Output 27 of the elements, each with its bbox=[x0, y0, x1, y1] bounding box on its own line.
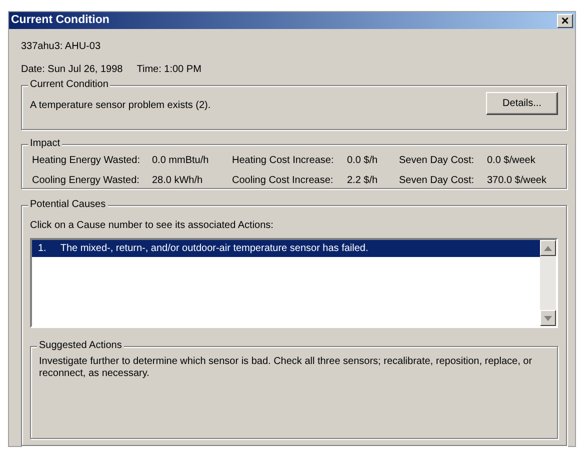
impact-value: 0.0 $/week bbox=[487, 154, 536, 168]
group-title: Impact bbox=[28, 138, 62, 150]
scroll-down-icon[interactable] bbox=[544, 316, 552, 321]
scrollbar[interactable] bbox=[540, 240, 556, 326]
impact-label: Cooling Energy Wasted: bbox=[32, 174, 140, 188]
impact-label: Cooling Cost Increase: bbox=[232, 174, 334, 188]
condition-message: A temperature sensor problem exists (2). bbox=[30, 99, 211, 114]
impact-label: Seven Day Cost: bbox=[399, 174, 476, 188]
unit-label: 337ahu3: AHU-03 bbox=[21, 40, 102, 54]
time-label: Time: 1:00 PM bbox=[136, 63, 202, 78]
cause-item[interactable]: 1. The mixed-, return-, and/or outdoor-air temperature sensor has failed. bbox=[32, 240, 540, 258]
group-title: Suggested Actions bbox=[37, 340, 124, 352]
scroll-up-icon[interactable] bbox=[544, 246, 552, 251]
impact-value: 28.0 kWh/h bbox=[152, 174, 204, 188]
impact-value: 2.2 $/h bbox=[347, 174, 379, 188]
impact-label: Heating Cost Increase: bbox=[232, 154, 335, 168]
impact-value: 0.0 mmBtu/h bbox=[152, 154, 210, 168]
close-button[interactable]: × bbox=[557, 14, 573, 28]
impact-label: Seven Day Cost: bbox=[399, 154, 476, 168]
actions-text: Investigate further to determine which sensor is bad. Check all three sensors; recalibrate, reposition, replace, or reconnect, as necessary. bbox=[39, 356, 534, 380]
window-title: Current Condition bbox=[11, 13, 110, 28]
instruction-text: Click on a Cause number to see its associated Actions: bbox=[30, 219, 274, 234]
impact-label: Heating Energy Wasted: bbox=[32, 154, 142, 168]
details-button[interactable]: Details... bbox=[486, 92, 558, 116]
impact-value: 0.0 $/h bbox=[347, 154, 379, 168]
date-label: Date: Sun Jul 26, 1998 bbox=[21, 63, 123, 78]
impact-value: 370.0 $/week bbox=[487, 174, 548, 188]
